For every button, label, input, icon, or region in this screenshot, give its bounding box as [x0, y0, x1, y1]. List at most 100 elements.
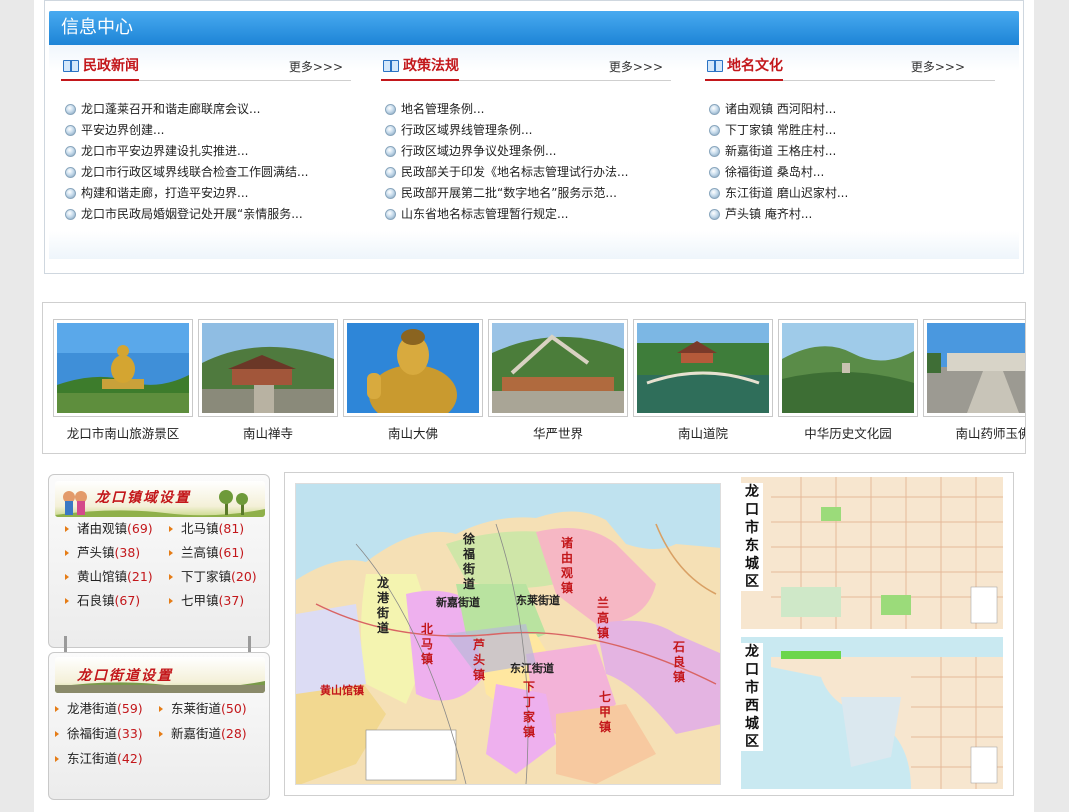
scenic-item[interactable]: 南山道院 — [633, 319, 773, 442]
town-link[interactable]: 兰高镇(61) — [167, 541, 244, 565]
map-label: 东江街道 — [510, 662, 554, 675]
longkou-district-map[interactable]: 龙港街道 徐福街道 诸由观镇 新嘉街道 东莱街道 兰高镇 北马镇 芦头镇 东江街… — [295, 483, 721, 785]
map-label: 北马镇 — [420, 622, 433, 666]
more-link[interactable]: 更多>>> — [911, 58, 965, 75]
tab-civil-news[interactable]: 民政新闻 — [61, 53, 139, 81]
town-panel: 龙口镇域设置 诸由观镇(69) 北马镇(81) 芦头镇(38) 兰高镇(61) … — [48, 474, 270, 648]
map-label: 芦头镇 — [472, 638, 485, 682]
list-item[interactable]: 诸由观镇 西河阳村... — [705, 99, 995, 120]
more-link[interactable]: 更多>>> — [609, 58, 663, 75]
bullet-icon — [385, 146, 396, 157]
scenic-item[interactable]: 南山药师玉佛 — [923, 319, 1025, 442]
map-area: 龙港街道 徐福街道 诸由观镇 新嘉街道 东莱街道 兰高镇 北马镇 芦头镇 东江街… — [284, 472, 1014, 796]
town-link[interactable]: 七甲镇(37) — [167, 589, 244, 613]
more-link[interactable]: 更多>>> — [289, 58, 343, 75]
map-label: 龙港街道 — [376, 576, 389, 635]
scenic-item[interactable]: 中华历史文化园 — [778, 319, 918, 442]
bullet-icon — [385, 209, 396, 220]
street-banner: 龙口街道设置 — [55, 657, 265, 693]
list-item[interactable]: 民政部关于印发《地名标志管理试行办法... — [381, 162, 671, 183]
bullet-icon — [709, 209, 720, 220]
mountain-park-photo — [782, 323, 914, 413]
list-item[interactable]: 行政区域边界争议处理条例... — [381, 141, 671, 162]
info-center-title: 信息中心 — [49, 11, 1019, 45]
bullet-icon — [65, 209, 76, 220]
list-item[interactable]: 新嘉街道 王格庄村... — [705, 141, 995, 162]
bullet-icon — [709, 188, 720, 199]
list-item[interactable]: 龙口市平安边界建设扎实推进... — [61, 141, 351, 162]
town-banner-title: 龙口镇域设置 — [95, 490, 191, 506]
info-center-panel: 信息中心 民政新闻 更多>>> 龙口蓬莱召开和谐走廊联席会议... 平安边界创建… — [44, 0, 1024, 274]
bullet-icon — [65, 167, 76, 178]
town-link[interactable]: 北马镇(81) — [167, 517, 244, 541]
street-link[interactable]: 东江街道(42) — [53, 747, 143, 771]
placename-column: 地名文化 更多>>> 诸由观镇 西河阳村... 下丁家镇 常胜庄村... 新嘉街… — [705, 53, 995, 225]
tab-placename-culture[interactable]: 地名文化 — [705, 53, 783, 81]
list-item[interactable]: 龙口蓬莱召开和谐走廊联席会议... — [61, 99, 351, 120]
page-container: 信息中心 民政新闻 更多>>> 龙口蓬莱召开和谐走廊联席会议... 平安边界创建… — [34, 0, 1034, 812]
map-label: 新嘉街道 — [436, 596, 480, 609]
map-label: 诸由观镇 — [560, 536, 573, 595]
east-district-map[interactable]: 龙口市东城区 — [741, 477, 1003, 629]
list-item[interactable]: 东江街道 磨山迟家村... — [705, 183, 995, 204]
street-link[interactable]: 龙港街道(59) — [53, 697, 143, 721]
jade-buddha-photo — [927, 323, 1025, 413]
bullet-icon — [385, 104, 396, 115]
map-label: 下丁家镇 — [522, 680, 535, 739]
scenic-item[interactable]: 龙口市南山旅游景区 — [53, 319, 193, 442]
bullet-icon — [385, 125, 396, 136]
bullet-icon — [65, 104, 76, 115]
arrow-icon — [169, 526, 173, 532]
list-item[interactable]: 龙口市民政局婚姻登记处开展“亲情服务... — [61, 204, 351, 225]
street-link[interactable]: 徐福街道(33) — [53, 722, 143, 746]
scenic-item[interactable]: 南山大佛 — [343, 319, 483, 442]
policy-column: 政策法规 更多>>> 地名管理条例... 行政区域界线管理条例... 行政区域边… — [381, 53, 671, 225]
list-item[interactable]: 徐福街道 桑岛村... — [705, 162, 995, 183]
arrow-icon — [65, 598, 69, 604]
arrow-icon — [65, 574, 69, 580]
town-banner: 龙口镇域设置 — [55, 481, 265, 517]
west-district-title: 龙口市西城区 — [741, 643, 763, 751]
great-wall-photo — [492, 323, 624, 413]
list-item[interactable]: 构建和谐走廊，打造平安边界... — [61, 183, 351, 204]
bullet-icon — [385, 167, 396, 178]
bullet-icon — [709, 104, 720, 115]
town-link[interactable]: 石良镇(67) — [63, 589, 140, 613]
list-item[interactable]: 平安边界创建... — [61, 120, 351, 141]
map-label: 石良镇 — [672, 640, 685, 684]
arrow-icon — [159, 706, 163, 712]
tab-policy[interactable]: 政策法规 — [381, 53, 459, 81]
golden-buddha-photo — [347, 323, 479, 413]
list-item[interactable]: 龙口市行政区域界线联合检查工作圆满结... — [61, 162, 351, 183]
scenic-item[interactable]: 南山禅寺 — [198, 319, 338, 442]
map-label: 七甲镇 — [598, 690, 611, 734]
arrow-icon — [65, 550, 69, 556]
street-link[interactable]: 东莱街道(50) — [157, 697, 247, 721]
bullet-icon — [709, 125, 720, 136]
street-link[interactable]: 新嘉街道(28) — [157, 722, 247, 746]
list-item[interactable]: 民政部开展第二批“数字地名”服务示范... — [381, 183, 671, 204]
town-link[interactable]: 黄山馆镇(21) — [63, 565, 153, 589]
bullet-icon — [65, 125, 76, 136]
garden-lake-photo — [637, 323, 769, 413]
list-item[interactable]: 下丁家镇 常胜庄村... — [705, 120, 995, 141]
book-icon — [707, 60, 723, 72]
book-icon — [63, 60, 79, 72]
west-district-map[interactable]: 龙口市西城区 — [741, 637, 1003, 789]
town-link[interactable]: 诸由观镇(69) — [63, 517, 153, 541]
temple-photo — [202, 323, 334, 413]
bullet-icon — [385, 188, 396, 199]
list-item[interactable]: 行政区域界线管理条例... — [381, 120, 671, 141]
map-label: 黄山馆镇 — [320, 684, 364, 697]
east-district-title: 龙口市东城区 — [741, 483, 763, 591]
arrow-icon — [169, 550, 173, 556]
list-item[interactable]: 山东省地名标志管理暂行规定... — [381, 204, 671, 225]
list-item[interactable]: 芦头镇 庵齐村... — [705, 204, 995, 225]
list-item[interactable]: 地名管理条例... — [381, 99, 671, 120]
arrow-icon — [169, 574, 173, 580]
arrow-icon — [65, 526, 69, 532]
bullet-icon — [709, 167, 720, 178]
scenic-item[interactable]: 华严世界 — [488, 319, 628, 442]
town-link[interactable]: 下丁家镇(20) — [167, 565, 257, 589]
town-link[interactable]: 芦头镇(38) — [63, 541, 140, 565]
